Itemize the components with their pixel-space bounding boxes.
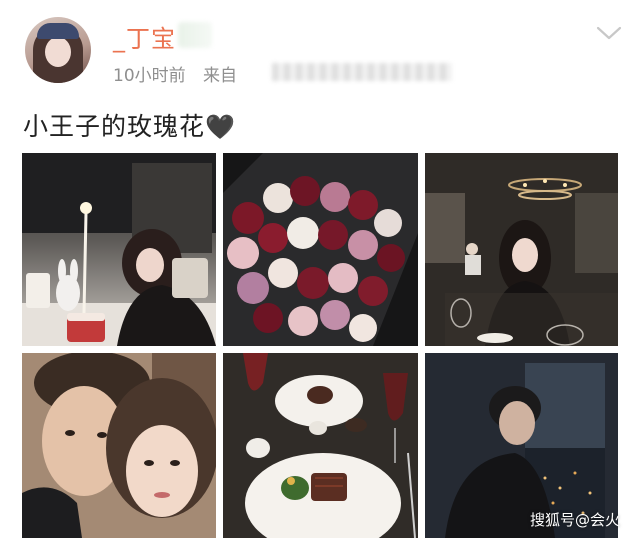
- photo-couple-selfie-art: [22, 353, 216, 538]
- post-meta: 10小时前 来自: [113, 61, 237, 86]
- username-blur: [178, 22, 212, 48]
- avatar[interactable]: [25, 17, 91, 83]
- watermark: 搜狐号@会火: [530, 511, 621, 529]
- post-text-body: 小王子的玫瑰花: [23, 112, 206, 141]
- photo-steak-dinner[interactable]: [223, 353, 418, 538]
- avatar-face: [45, 37, 71, 67]
- post-text: 小王子的玫瑰花🖤: [23, 107, 236, 143]
- source-blur: [272, 63, 452, 81]
- photo-rose-bouquet[interactable]: [223, 153, 418, 346]
- post-time: 10小时前: [113, 66, 186, 86]
- photo-restaurant-portrait-art: [425, 153, 618, 346]
- username[interactable]: _丁宝: [113, 19, 176, 54]
- photo-birthday-cake-art: [22, 153, 216, 346]
- photo-steak-dinner-art: [223, 353, 418, 538]
- black-heart-icon: 🖤: [205, 113, 236, 141]
- photo-restaurant-portrait[interactable]: [425, 153, 618, 346]
- photo-couple-selfie[interactable]: [22, 353, 216, 538]
- photo-birthday-cake[interactable]: [22, 153, 216, 346]
- weibo-post: _丁宝 10小时前 来自 小王子的玫瑰花🖤 搜狐号@会火: [0, 0, 640, 538]
- avatar-cap: [37, 23, 79, 39]
- chevron-down-icon[interactable]: [596, 24, 622, 42]
- photo-rose-bouquet-art: [223, 153, 418, 346]
- post-source-label: 来自: [203, 66, 238, 86]
